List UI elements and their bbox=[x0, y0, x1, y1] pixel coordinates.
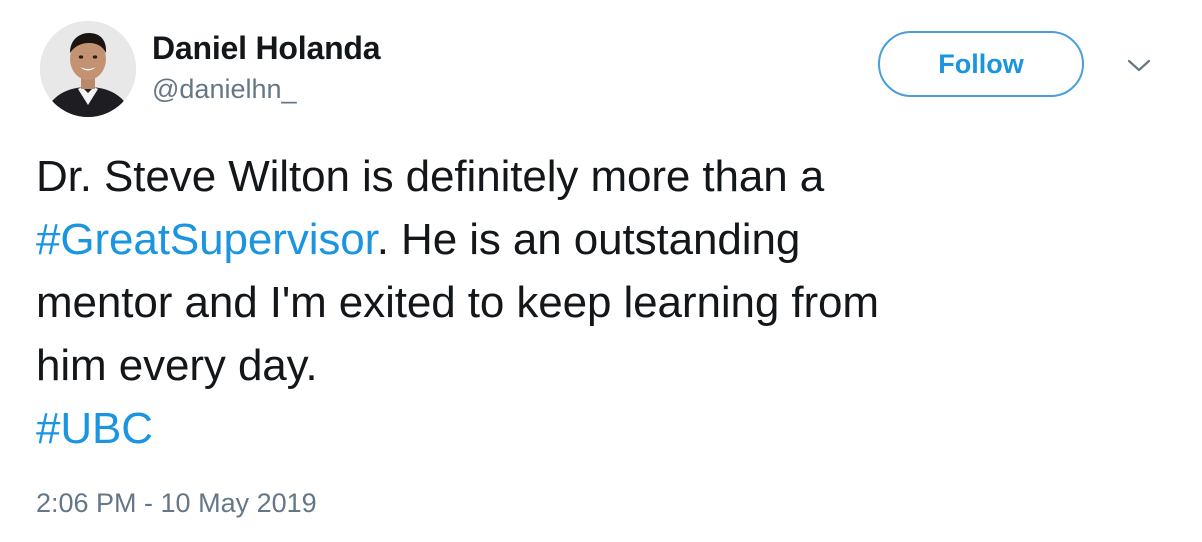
tweet-text-line: Dr. Steve Wilton is definitely more than… bbox=[36, 152, 825, 201]
hashtag-link-greatsupervisor[interactable]: #GreatSupervisor bbox=[36, 215, 377, 264]
author-display-name[interactable]: Daniel Holanda bbox=[152, 30, 381, 67]
tweet-text-line: mentor and I'm exited to keep learning f… bbox=[36, 278, 879, 327]
tweet-menu-button[interactable] bbox=[1124, 56, 1154, 76]
tweet-text-line: #UBC bbox=[36, 397, 1156, 460]
chevron-down-icon bbox=[1127, 59, 1151, 72]
tweet-text: Dr. Steve Wilton is definitely more than… bbox=[36, 145, 1156, 460]
tweet-text-fragment: . He is an outstanding bbox=[376, 215, 801, 264]
tweet-timestamp[interactable]: 2:06 PM - 10 May 2019 bbox=[36, 488, 317, 519]
follow-button[interactable]: Follow bbox=[878, 31, 1084, 97]
tweet-text-line: him every day. bbox=[36, 341, 318, 390]
tweet-text-line: #GreatSupervisor. He is an outstanding bbox=[36, 208, 1156, 271]
tweet-card: Daniel Holanda @danielhn_ Follow Dr. Ste… bbox=[0, 0, 1202, 542]
hashtag-link-ubc[interactable]: #UBC bbox=[36, 404, 153, 453]
author-handle[interactable]: @danielhn_ bbox=[152, 74, 297, 105]
avatar-photo-icon bbox=[40, 21, 136, 117]
author-avatar[interactable] bbox=[40, 21, 136, 117]
